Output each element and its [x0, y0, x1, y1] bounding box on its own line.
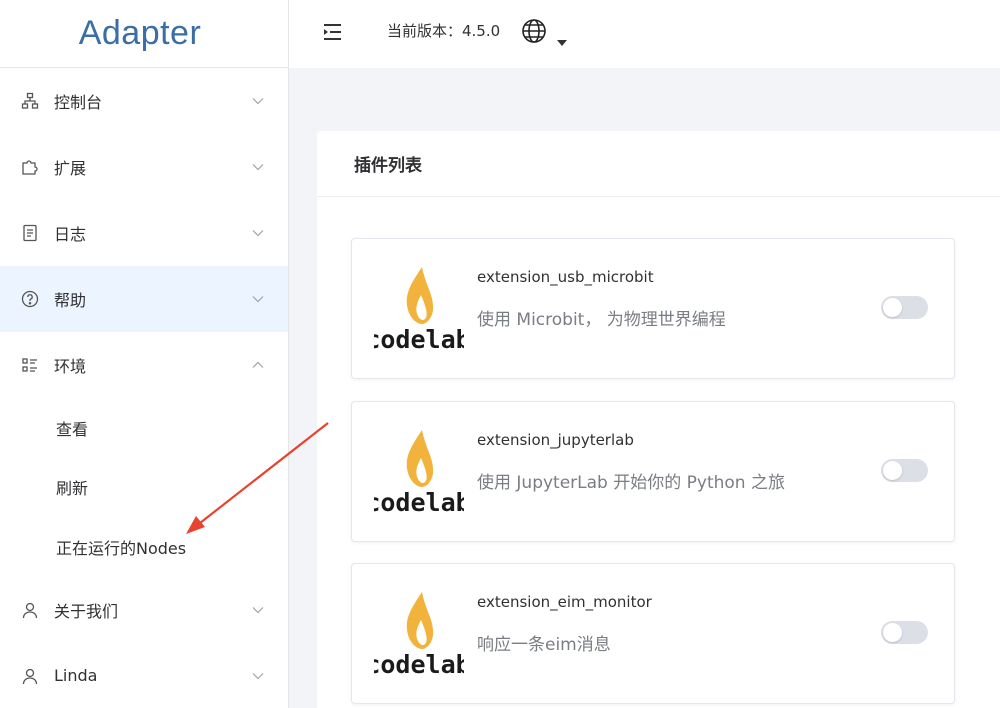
version-label: 当前版本：4.5.0: [387, 22, 501, 40]
sidebar-item-user[interactable]: Linda: [0, 643, 288, 708]
codelab-logo-icon: codelab: [365, 428, 471, 518]
list-icon: [21, 356, 39, 374]
plugin-description: 使用 JupyterLab 开始你的 Python 之旅: [477, 473, 785, 493]
plugin-list-card: 插件列表 codelab extension_usb_microbit 使用 M…: [317, 131, 1000, 708]
sidebar-item-extensions[interactable]: 扩展: [0, 134, 288, 200]
top-header: 当前版本：4.5.0: [289, 0, 1000, 68]
sidebar-item-label: Linda: [54, 666, 98, 685]
svg-text:codelab: codelab: [374, 650, 464, 679]
sidebar-item-label: 日志: [54, 225, 87, 244]
sidebar-item-help[interactable]: 帮助: [0, 266, 288, 332]
plugin-description: 响应一条eim消息: [477, 635, 611, 655]
menu-fold-icon[interactable]: [321, 22, 343, 42]
plugin-description: 使用 Microbit， 为物理世界编程: [477, 310, 726, 330]
plugin-toggle[interactable]: [881, 296, 928, 319]
plugin-card: codelab extension_eim_monitor 响应一条eim消息: [351, 563, 955, 704]
codelab-logo-icon: codelab: [365, 265, 471, 355]
plugin-name: extension_eim_monitor: [477, 593, 652, 611]
sidebar-item-label: 关于我们: [54, 601, 119, 621]
svg-text:codelab: codelab: [374, 488, 464, 517]
codelab-logo-icon: codelab: [365, 590, 471, 680]
main-content: 插件列表 codelab extension_usb_microbit 使用 M…: [289, 68, 1000, 708]
sidebar-item-console[interactable]: 控制台: [0, 68, 288, 134]
puzzle-icon: [21, 158, 39, 176]
chevron-down-icon: [252, 229, 264, 237]
chevron-down-icon: [252, 97, 264, 105]
sidebar: Adapter 控制台 扩展 日志 帮助 环境 查看 刷新 正在运行的Nodes…: [0, 0, 289, 708]
plugin-card: codelab extension_jupyterlab 使用 JupyterL…: [351, 401, 955, 542]
chevron-down-icon: [252, 672, 264, 680]
document-icon: [21, 224, 39, 242]
submenu-item-running-nodes[interactable]: 正在运行的Nodes: [0, 517, 288, 577]
question-circle-icon: [21, 290, 39, 308]
submenu-item-view[interactable]: 查看: [0, 398, 288, 458]
toggle-knob: [883, 623, 902, 642]
plugin-toggle[interactable]: [881, 621, 928, 644]
logo-area: Adapter: [0, 0, 288, 68]
sitemap-icon: [21, 92, 39, 110]
plugin-name: extension_jupyterlab: [477, 431, 634, 449]
toggle-knob: [883, 298, 902, 317]
card-title: 插件列表: [354, 156, 422, 176]
svg-text:codelab: codelab: [374, 325, 464, 354]
sidebar-item-label: 控制台: [54, 93, 103, 112]
sidebar-item-logs[interactable]: 日志: [0, 200, 288, 266]
chevron-down-icon: [252, 606, 264, 614]
globe-icon[interactable]: [521, 18, 547, 44]
chevron-up-icon: [252, 361, 264, 369]
plugin-toggle[interactable]: [881, 459, 928, 482]
user-icon: [21, 601, 39, 619]
sidebar-item-about[interactable]: 关于我们: [0, 577, 288, 643]
app-logo[interactable]: Adapter: [79, 14, 202, 53]
sidebar-item-environment[interactable]: 环境: [0, 332, 288, 398]
toggle-knob: [883, 461, 902, 480]
chevron-down-icon: [252, 295, 264, 303]
plugin-name: extension_usb_microbit: [477, 268, 654, 286]
chevron-down-icon: [252, 163, 264, 171]
submenu-item-refresh[interactable]: 刷新: [0, 458, 288, 518]
caret-down-icon[interactable]: [557, 31, 567, 46]
sidebar-item-label: 扩展: [54, 159, 87, 178]
sidebar-item-label: 帮助: [54, 291, 87, 310]
plugin-card: codelab extension_usb_microbit 使用 Microb…: [351, 238, 955, 379]
card-header: 插件列表: [317, 131, 1000, 197]
sidebar-item-label: 环境: [54, 357, 87, 376]
user-icon: [21, 667, 39, 685]
